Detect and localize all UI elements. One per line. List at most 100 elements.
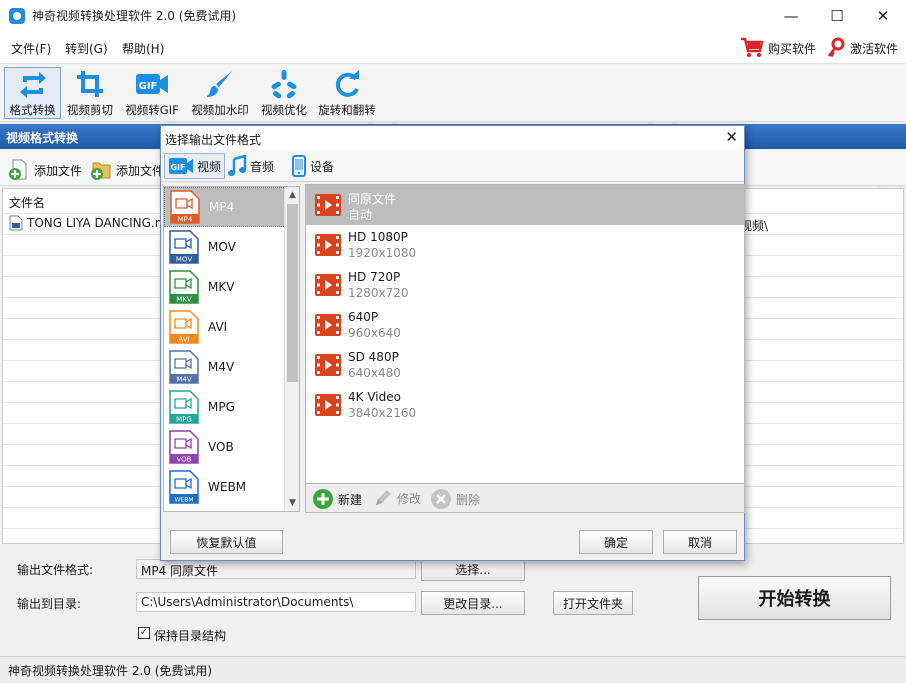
tab-label: 设备 — [310, 159, 335, 174]
format-item-vob[interactable]: VOB VOB — [164, 427, 286, 467]
new-preset-button[interactable]: 新建 — [312, 488, 362, 510]
add-folder-button[interactable]: 添加文件 — [90, 159, 164, 181]
add-file-button[interactable]: 添加文件 — [8, 159, 82, 181]
tab-audio[interactable]: 音频 — [224, 153, 277, 179]
delete-preset-button[interactable]: 删除 — [430, 488, 480, 510]
format-item-avi[interactable]: AVI AVI — [164, 307, 286, 347]
film-icon — [315, 314, 341, 336]
brush-icon — [202, 67, 238, 101]
tab-device[interactable]: 设备 — [288, 153, 337, 179]
format-item-webm[interactable]: WEBM WEBM — [164, 467, 286, 507]
add-folder-label: 添加文件 — [116, 163, 165, 178]
pencil-icon — [376, 490, 391, 505]
scroll-up-icon[interactable]: ▲ — [285, 187, 299, 203]
ok-button[interactable]: 确定 — [579, 530, 653, 554]
start-convert-button[interactable]: 开始转换 — [698, 576, 891, 620]
output-dir-input[interactable]: C:\Users\Administrator\Documents\ — [136, 592, 416, 612]
preset-name: HD 720P — [348, 270, 401, 284]
tool-video-optimize[interactable]: 视频优化 — [256, 67, 312, 119]
format-list[interactable]: MP4 MP4 MOV MOV MKV MKV AVI AVI M4V M4V … — [163, 186, 300, 512]
svg-text:MKV: MKV — [176, 296, 192, 304]
music-note-icon — [228, 155, 247, 176]
format-item-m4v[interactable]: M4V M4V — [164, 347, 286, 387]
device-icon — [292, 155, 306, 177]
new-preset-label: 新建 — [338, 492, 363, 507]
preset-name: 同原文件 — [348, 192, 397, 206]
gif-icon: GIF — [134, 67, 170, 101]
mpg-file-icon: MPG — [169, 390, 199, 424]
preset-name: 640P — [348, 310, 379, 324]
webm-file-icon: WEBM — [169, 470, 199, 504]
delete-preset-label: 删除 — [456, 492, 481, 507]
svg-text:AVI: AVI — [178, 336, 189, 344]
edit-preset-button[interactable]: 修改 — [373, 488, 421, 508]
edit-preset-label: 修改 — [397, 491, 422, 506]
scroll-down-icon[interactable]: ▼ — [285, 495, 299, 511]
output-format-label: 输出文件格式: — [17, 563, 94, 577]
tab-label: 视频 — [197, 159, 222, 174]
dialog-tabs: GIF 视频 音频 设备 — [161, 150, 744, 182]
title-bar: 神奇视频转换处理软件 2.0 (免费试用) — ☐ ✕ — [0, 0, 906, 32]
tool-video-crop[interactable]: 视频剪切 — [63, 67, 117, 119]
format-item-mov[interactable]: MOV MOV — [164, 227, 286, 267]
preset-list[interactable]: 同原文件 自动 HD 1080P 1920x1080 HD 720P 1280x… — [305, 184, 745, 484]
keep-structure-label: 保持目录结构 — [154, 629, 227, 643]
tab-video[interactable]: GIF 视频 — [164, 153, 226, 179]
maximize-button[interactable]: ☐ — [814, 0, 860, 32]
preset-item-4k[interactable]: 4K Video 3840x2160 — [306, 385, 744, 425]
film-icon — [315, 394, 341, 416]
tool-video-to-gif[interactable]: GIF 视频转GIF — [121, 67, 183, 119]
format-item-mpg[interactable]: MPG MPG — [164, 387, 286, 427]
preset-item-same-as-source[interactable]: 同原文件 自动 — [306, 185, 744, 225]
dialog-close-button[interactable]: ✕ — [725, 128, 738, 146]
tool-label: 视频加水印 — [191, 103, 249, 117]
cancel-button[interactable]: 取消 — [663, 530, 737, 554]
open-folder-button[interactable]: 打开文件夹 — [553, 591, 633, 615]
crop-icon — [72, 67, 108, 101]
output-dir-label: 输出到目录: — [17, 597, 82, 611]
keep-structure-checkbox[interactable]: ✓ — [138, 627, 150, 639]
menu-help[interactable]: 帮助(H) — [122, 40, 164, 57]
table-row[interactable]: TONG LIYA DANCING.mp — [9, 215, 174, 231]
main-toolbar: 格式转换 视频剪切 GIF 视频转GIF 视频加水印 视频优化 旋转和翻转 — [0, 65, 906, 122]
format-item-mkv[interactable]: MKV MKV — [164, 267, 286, 307]
format-list-scrollbar[interactable]: ▲ ▼ — [284, 187, 299, 511]
tool-video-watermark[interactable]: 视频加水印 — [187, 67, 253, 119]
dialog-title-bar: 选择输出文件格式 ✕ — [161, 126, 744, 150]
tool-label: 视频剪切 — [67, 103, 113, 117]
close-button[interactable]: ✕ — [860, 0, 906, 32]
minimize-button[interactable]: — — [768, 0, 814, 32]
buy-software-link[interactable]: 购买软件 — [740, 37, 816, 59]
restore-default-button[interactable]: 恢复默认值 — [170, 530, 283, 554]
format-item-mp4[interactable]: MP4 MP4 — [164, 187, 286, 227]
status-bar: 神奇视频转换处理软件 2.0 (免费试用) — [0, 656, 906, 683]
format-name: VOB — [208, 440, 234, 454]
preset-resolution: 1920x1080 — [348, 246, 417, 260]
preset-item-hd1080p[interactable]: HD 1080P 1920x1080 — [306, 225, 744, 265]
preset-resolution: 自动 — [348, 208, 373, 222]
format-name: MKV — [208, 280, 235, 294]
preset-item-sd480p[interactable]: SD 480P 640x480 — [306, 345, 744, 385]
menu-bar: 文件(F) 转到(G) 帮助(H) 购买软件 激活软件 — [0, 32, 906, 64]
change-dir-button[interactable]: 更改目录... — [421, 591, 525, 615]
preset-item-640p[interactable]: 640P 960x640 — [306, 305, 744, 345]
preset-name: HD 1080P — [348, 230, 408, 244]
preset-item-hd720p[interactable]: HD 720P 1280x720 — [306, 265, 744, 305]
mov-file-icon: MOV — [169, 230, 199, 264]
format-name: MPG — [208, 400, 235, 414]
film-icon — [315, 274, 341, 296]
svg-text:WEBM: WEBM — [174, 497, 193, 504]
tool-label: 视频优化 — [261, 103, 307, 117]
tool-rotate-flip[interactable]: 旋转和翻转 — [315, 67, 379, 119]
menu-goto[interactable]: 转到(G) — [65, 40, 108, 57]
svg-text:MOV: MOV — [176, 256, 192, 264]
tool-format-convert[interactable]: 格式转换 — [4, 67, 61, 119]
add-file-label: 添加文件 — [34, 163, 83, 178]
preset-resolution: 1280x720 — [348, 286, 409, 300]
key-icon — [827, 37, 845, 58]
scrollbar-thumb[interactable] — [287, 204, 298, 382]
menu-file[interactable]: 文件(F) — [11, 40, 51, 57]
activate-software-link[interactable]: 激活软件 — [826, 37, 898, 59]
svg-text:MPG: MPG — [176, 416, 192, 424]
m4v-file-icon: M4V — [169, 350, 199, 384]
